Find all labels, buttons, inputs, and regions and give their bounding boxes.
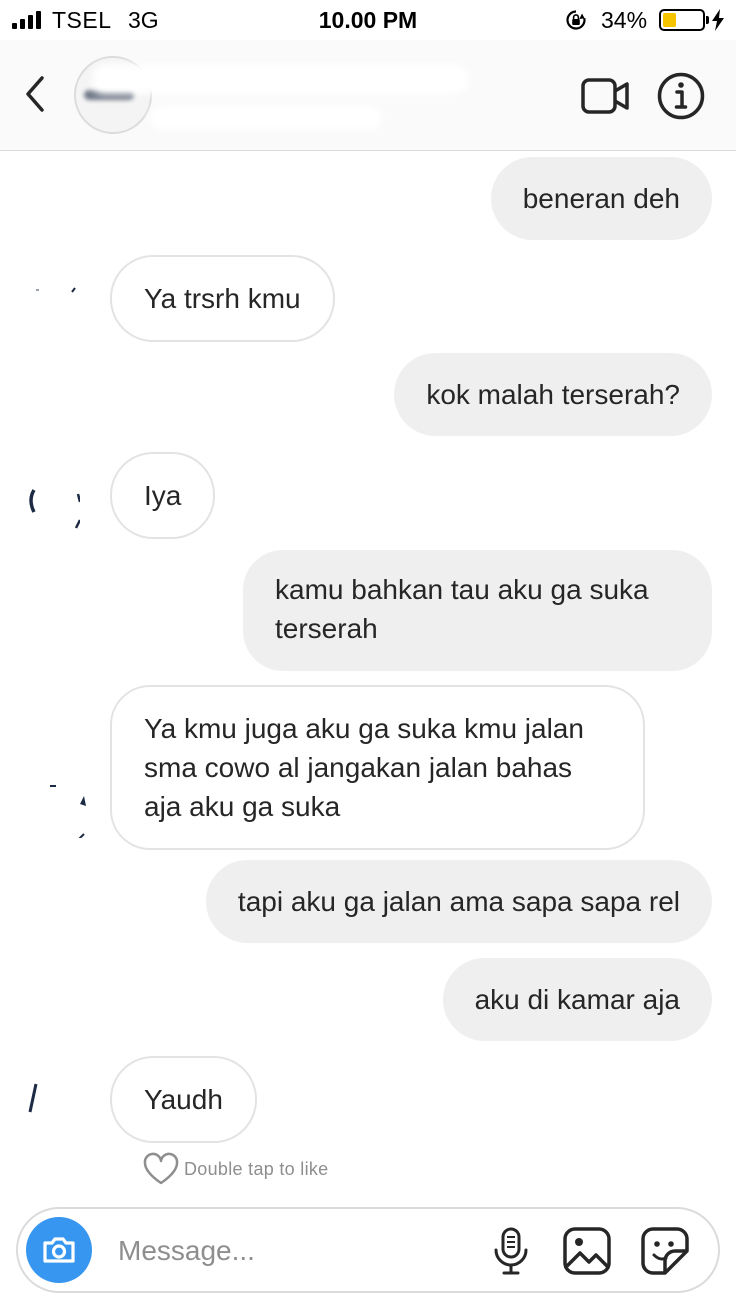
heart-icon[interactable] [142, 1152, 180, 1186]
sender-avatar [28, 1083, 38, 1113]
status-bar: TSEL 3G 10.00 PM 34% [0, 0, 736, 40]
battery-percent: 34% [601, 7, 648, 33]
message-composer [16, 1207, 720, 1293]
redacted-contact-status [150, 106, 382, 130]
message-bubble-received[interactable]: Ya trsrh kmu [110, 255, 335, 342]
sender-avatar [50, 785, 86, 838]
message-bubble-received[interactable]: Yaudh [110, 1056, 257, 1143]
gallery-icon[interactable] [562, 1226, 612, 1276]
message-bubble-received[interactable]: Iya [110, 452, 216, 539]
message-bubble-received[interactable]: Ya kmu juga aku ga suka kmu jalan sma co… [110, 685, 645, 850]
double-tap-hint: Double tap to like [142, 1152, 329, 1186]
battery-icon [659, 9, 709, 31]
message-bubble-sent[interactable]: aku di kamar aja [442, 958, 712, 1041]
camera-button[interactable] [26, 1217, 92, 1283]
chat-header [0, 40, 736, 151]
double-tap-label: Double tap to like [184, 1158, 329, 1179]
message-bubble-sent[interactable]: tapi aku ga jalan ama sapa sapa rel [205, 860, 712, 943]
chevron-left-icon[interactable] [18, 70, 54, 118]
camera-icon [43, 1237, 75, 1263]
charging-bolt-icon [712, 9, 724, 31]
redacted-contact-name [92, 64, 468, 94]
sender-avatar [29, 489, 80, 529]
sender-avatar [36, 287, 76, 293]
info-icon[interactable] [656, 71, 706, 121]
rotation-lock-icon [566, 10, 586, 30]
message-bubble-sent[interactable]: beneran deh [490, 157, 712, 240]
microphone-icon[interactable] [486, 1226, 536, 1276]
message-input[interactable] [118, 1225, 468, 1277]
sticker-icon[interactable] [640, 1226, 690, 1276]
message-bubble-sent[interactable]: kamu bahkan tau aku ga suka terserah [243, 550, 712, 671]
message-bubble-sent[interactable]: kok malah terserah? [394, 353, 712, 436]
video-camera-icon[interactable] [580, 74, 630, 118]
